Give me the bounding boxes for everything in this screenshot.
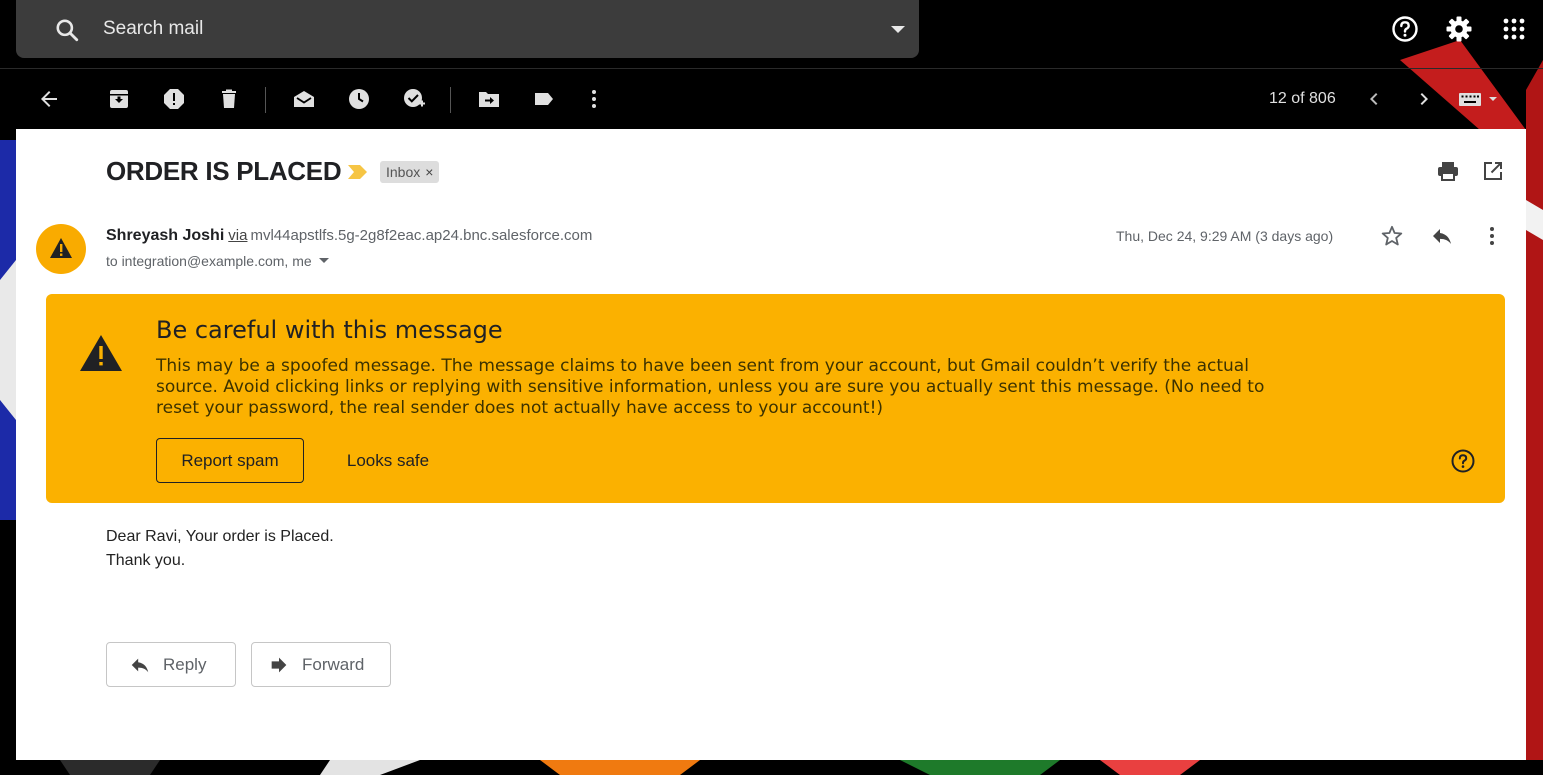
back-icon[interactable] [37, 87, 61, 111]
via-link[interactable]: via [228, 227, 247, 244]
sender-avatar[interactable] [36, 224, 86, 274]
sender-domain: mvl44apstlfs.5g-2g8f2eac.ap24.bnc.salesf… [250, 227, 593, 244]
open-in-new-window-icon[interactable] [1481, 159, 1505, 183]
warning-icon [80, 335, 122, 371]
newer-message-icon[interactable] [1362, 87, 1386, 111]
recipients-text: to integration@example.com, me [106, 253, 312, 269]
looks-safe-button[interactable]: Looks safe [328, 438, 448, 483]
warning-icon [50, 238, 72, 258]
delete-icon[interactable] [217, 87, 241, 111]
snooze-icon[interactable] [347, 87, 371, 111]
message-toolbar: 12 of 806 [0, 69, 1543, 129]
help-icon[interactable] [1390, 14, 1420, 44]
more-options-icon[interactable] [1480, 224, 1504, 248]
reply-label: Reply [163, 654, 207, 674]
help-icon[interactable] [1450, 448, 1476, 474]
reply-button[interactable]: Reply [106, 642, 236, 687]
remove-label-button[interactable]: × [425, 164, 433, 180]
report-spam-icon[interactable] [162, 87, 186, 111]
message-subject: ORDER IS PLACED [106, 156, 342, 186]
warning-title: Be careful with this message [156, 316, 503, 344]
settings-icon[interactable] [1444, 14, 1474, 44]
message-body: Dear Ravi, Your order is Placed. Thank y… [106, 525, 334, 573]
forward-label: Forward [302, 654, 365, 674]
search-icon[interactable] [54, 17, 80, 43]
labels-icon[interactable] [532, 87, 556, 111]
forward-icon [271, 657, 287, 672]
apps-icon[interactable] [1499, 14, 1529, 44]
sender-name[interactable]: Shreyash Joshi [106, 227, 224, 244]
archive-icon[interactable] [107, 87, 131, 111]
reply-icon [131, 658, 149, 672]
more-icon[interactable] [582, 87, 606, 111]
inbox-label-chip: Inbox × [380, 161, 440, 183]
reply-icon[interactable] [1430, 224, 1454, 248]
toolbar-separator [450, 87, 451, 113]
print-icon[interactable] [1436, 159, 1460, 183]
search-input[interactable]: Search mail [103, 18, 203, 40]
warning-body: This may be a spoofed message. The messa… [156, 356, 1265, 418]
body-line: Thank you. [106, 552, 186, 569]
spoof-warning-banner: Be careful with this message This may be… [46, 294, 1505, 503]
add-task-icon[interactable] [402, 87, 426, 111]
sender-line: Shreyash Joshi via mvl44apstlfs.5g-2g8f2ea… [106, 227, 592, 245]
older-message-icon[interactable] [1412, 87, 1436, 111]
label-name: Inbox [386, 164, 421, 180]
mark-unread-icon[interactable] [292, 87, 316, 111]
body-line: Dear Ravi, Your order is Placed. [106, 528, 334, 545]
forward-button[interactable]: Forward [251, 642, 391, 687]
top-bar: Search mail [0, 0, 1543, 68]
star-icon[interactable] [1380, 224, 1404, 248]
search-options-icon[interactable] [888, 24, 908, 36]
toolbar-separator [265, 87, 266, 113]
importance-marker-icon[interactable] [347, 164, 369, 180]
search-bar[interactable]: Search mail [16, 0, 919, 58]
message-date: Thu, Dec 24, 9:29 AM (3 days ago) [1116, 228, 1334, 244]
message-card: ORDER IS PLACED Inbox × Shreyash Joshi vi… [16, 129, 1526, 760]
recipients-line: to integration@example.com, me [106, 253, 330, 269]
input-tools-icon[interactable] [1457, 87, 1501, 111]
pagination-count: 12 of 806 [1269, 90, 1336, 107]
report-spam-button[interactable]: Report spam [156, 438, 304, 483]
show-details-icon[interactable] [318, 257, 330, 265]
move-to-icon[interactable] [477, 87, 501, 111]
